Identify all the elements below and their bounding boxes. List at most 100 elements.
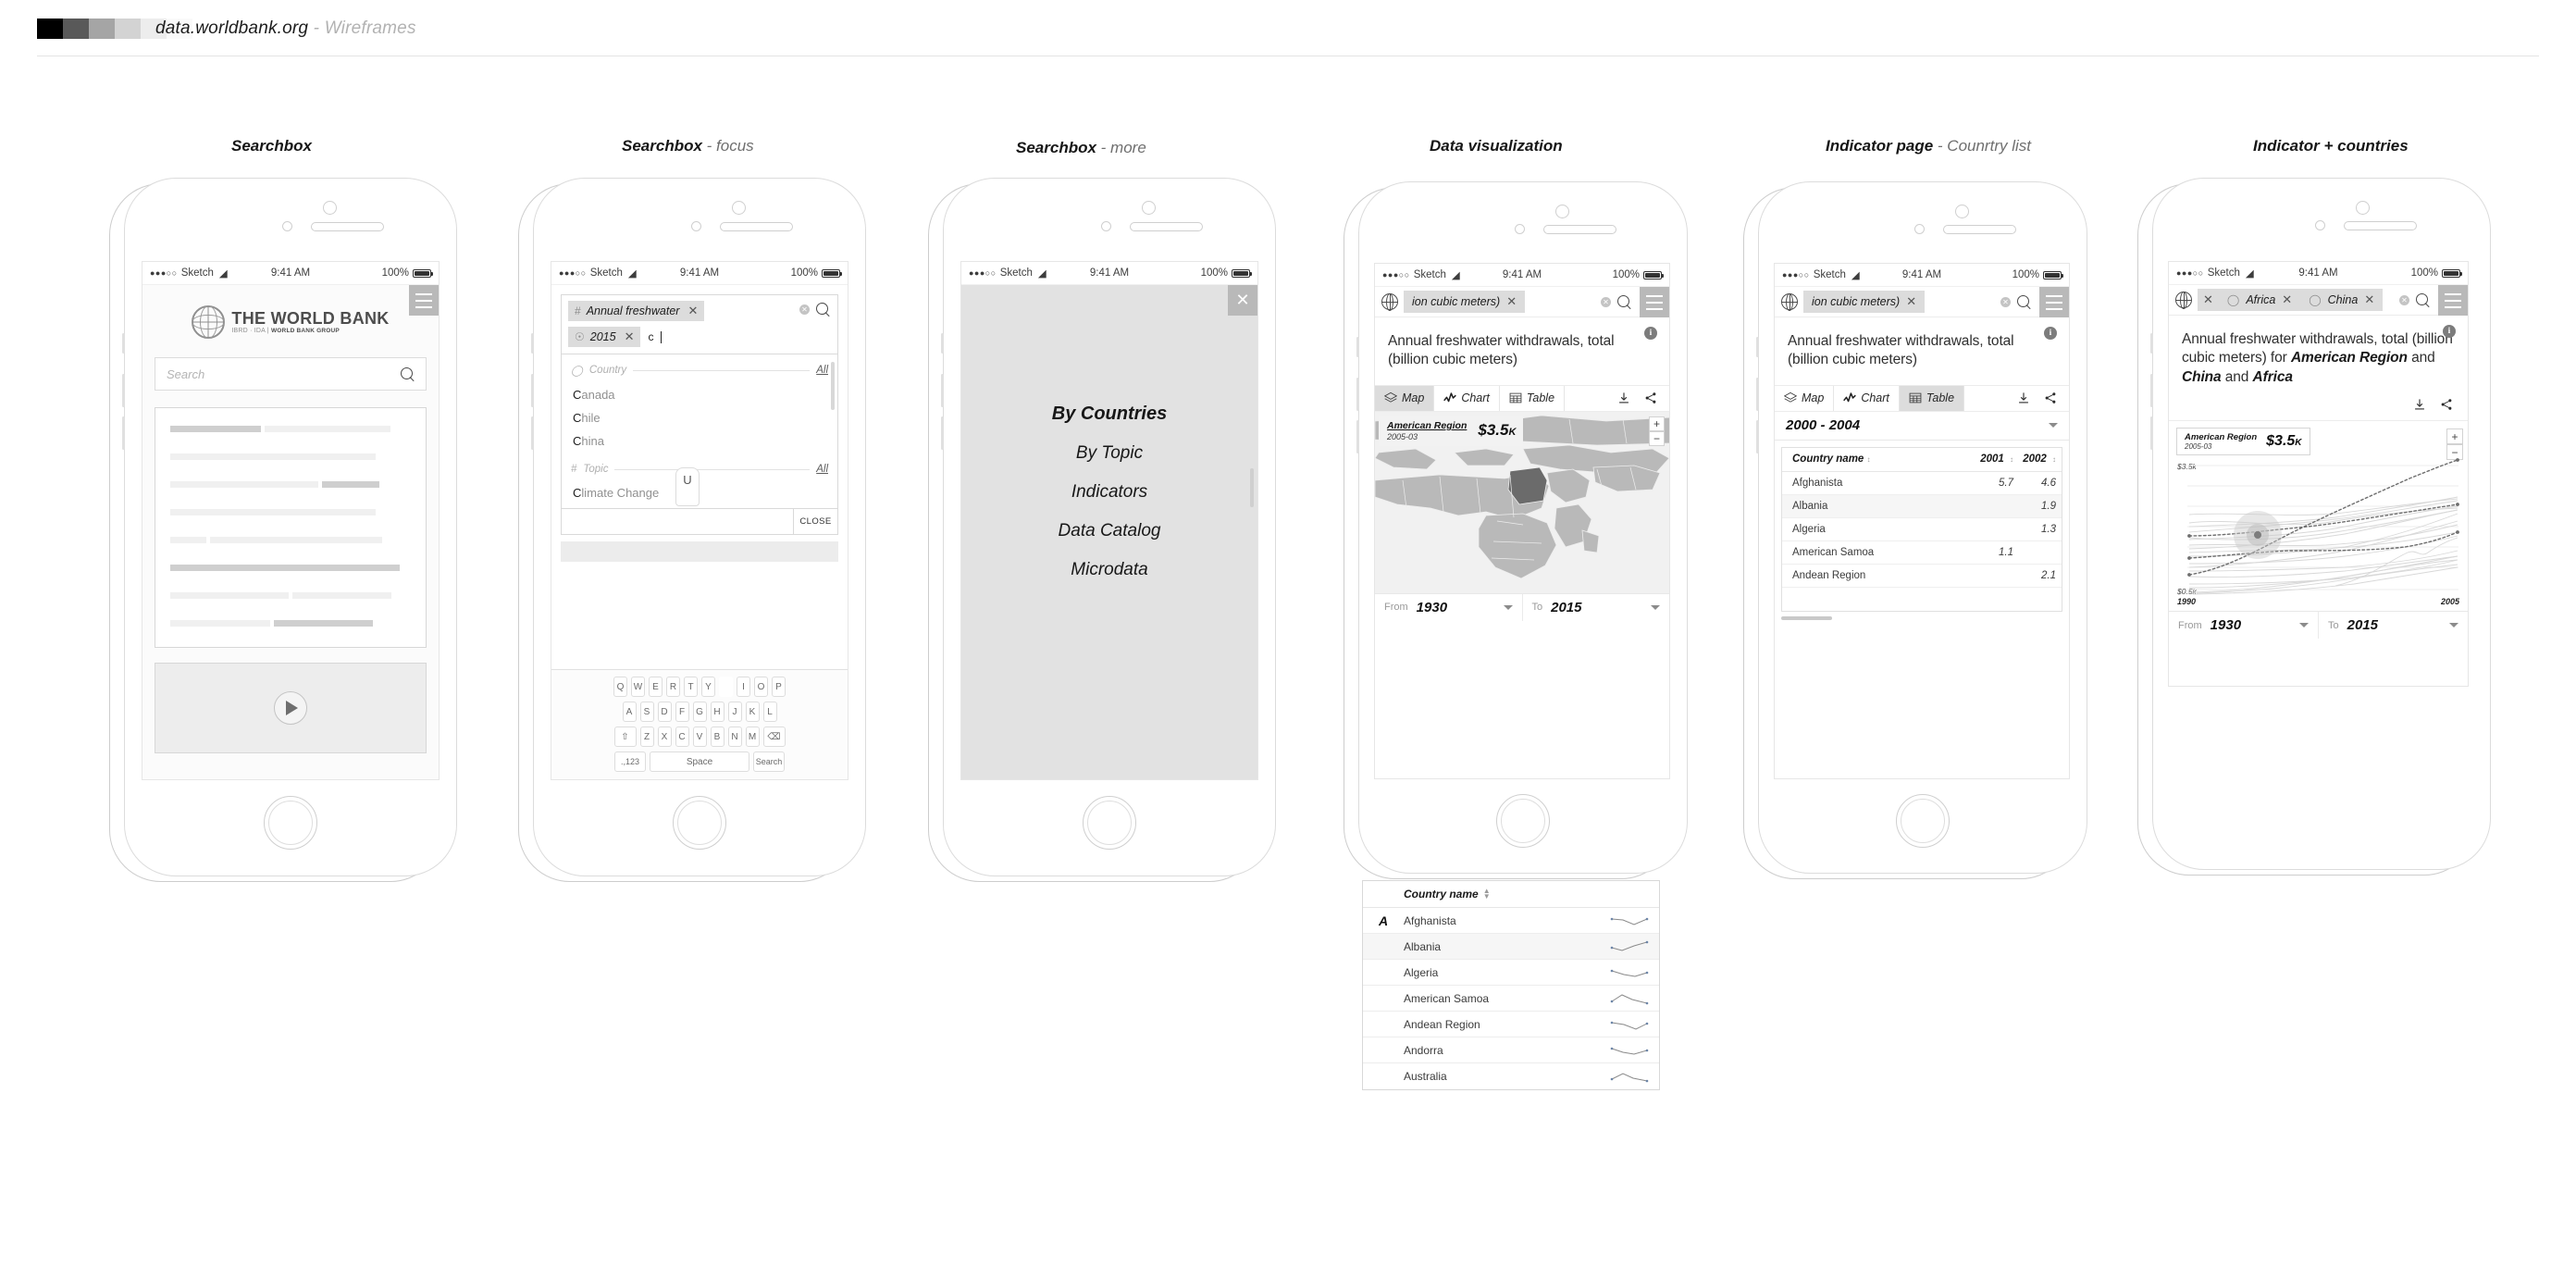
key-z[interactable]: Z [639,727,654,747]
mute-switch[interactable] [941,333,944,354]
delete-icon[interactable]: ⌫ [762,727,786,747]
list-item[interactable]: Andorra [1363,1037,1659,1063]
key-g[interactable]: G [692,702,707,722]
volume-down-button[interactable] [122,416,125,450]
key-d[interactable]: D [657,702,672,722]
table-row[interactable]: Afghanista 5.7 4.6 [1782,472,2062,495]
key-b[interactable]: B [710,727,724,747]
volume-up-button[interactable] [122,374,125,407]
list-header[interactable]: Country name ▲ ▼ [1363,881,1659,908]
list-item[interactable]: A Afghanista [1363,908,1659,934]
key-f[interactable]: F [675,702,689,722]
home-button[interactable] [673,796,726,850]
range-from[interactable]: From 1930 [1375,593,1523,621]
key-k[interactable]: K [745,702,760,722]
key-c[interactable]: C [675,727,689,747]
search-field[interactable]: # Annual freshwater ✕ ✕ ☉ 2015 ✕ c [561,294,838,354]
tab-map[interactable]: Map [1375,385,1435,411]
sort-icon[interactable]: ▲ ▼ [1483,887,1491,900]
search-icon[interactable] [401,366,415,381]
world-map[interactable]: American Region 2005-03 $3.5K + − [1375,411,1669,593]
menu-item-indicators[interactable]: Indicators [961,482,1257,503]
tab-table[interactable]: Table [1500,385,1566,411]
list-item[interactable]: Australia [1363,1063,1659,1089]
space-key[interactable]: Space [650,752,749,772]
filter-chip-indicator[interactable]: # Annual freshwater ✕ [568,301,705,321]
menu-item-microdata[interactable]: Microdata [961,560,1257,580]
filter-chip-query[interactable]: ion cubic meters) ✕ [1803,291,1926,313]
hamburger-icon[interactable] [2438,285,2468,316]
key-m[interactable]: M [745,727,760,747]
download-icon[interactable] [2413,398,2426,411]
filter-chip-overflow[interactable]: ✕ [2198,289,2219,311]
close-icon[interactable]: ✕ [1506,294,1517,309]
clear-all-icon[interactable]: ✕ [2399,294,2409,305]
column-2002[interactable]: 2002 ↕ [2013,453,2062,465]
key-j[interactable]: J [727,702,742,722]
clear-all-icon[interactable]: ✕ [2000,296,2011,307]
list-item[interactable]: Andean Region [1363,1012,1659,1037]
home-button[interactable] [1496,794,1550,848]
search-tag-bar[interactable]: ion cubic meters) ✕ ✕ [1375,287,1669,317]
search-icon[interactable] [2017,294,2031,309]
table-row[interactable]: Andean Region 2.1 [1782,565,2062,588]
key-p[interactable]: P [772,677,786,697]
list-item[interactable]: China [571,429,828,453]
volume-up-button[interactable] [1356,378,1359,411]
table-row[interactable]: Algeria 1.3 [1782,518,2062,541]
key-r[interactable]: R [666,677,680,697]
line-chart[interactable]: American Region 2005-03 $3.5K + − $3.5k … [2169,420,2468,612]
tab-chart[interactable]: Chart [1834,385,1900,411]
clear-all-icon[interactable]: ✕ [1601,296,1611,307]
key-a[interactable]: A [622,702,637,722]
menu-item-by-countries[interactable]: By Countries [961,404,1257,425]
key-v[interactable]: V [692,727,707,747]
chevron-down-icon[interactable] [1503,604,1513,610]
sort-icon[interactable]: ↕ [2050,456,2056,465]
key-x[interactable]: X [657,727,672,747]
tab-chart[interactable]: Chart [1434,385,1500,411]
key-q[interactable]: Q [613,677,627,697]
list-item[interactable]: Albania [1363,934,1659,960]
search-tag-bar[interactable]: ✕ ◯ Africa ✕ ◯ China ✕ ✕ [2169,285,2468,316]
close-icon[interactable]: ✕ [2364,292,2374,307]
clear-all-icon[interactable]: ✕ [799,304,810,315]
home-button[interactable] [1896,794,1950,848]
list-item[interactable]: American Samoa [1363,986,1659,1012]
numbers-key[interactable]: .,123 [614,752,646,772]
key-o[interactable]: O [754,677,768,697]
mute-switch[interactable] [122,333,125,354]
close-icon[interactable]: ✕ [687,304,698,318]
group-all-link[interactable]: All [816,464,828,475]
share-icon[interactable] [2044,391,2057,404]
chevron-down-icon[interactable] [2449,623,2458,628]
filter-chip-africa[interactable]: ◯ Africa ✕ [2218,289,2301,311]
filter-chip-query[interactable]: ion cubic meters) ✕ [1404,291,1526,313]
hamburger-icon[interactable] [409,285,439,316]
close-icon[interactable]: ✕ [2282,292,2292,307]
volume-down-button[interactable] [1356,420,1359,453]
list-item[interactable]: Algeria [1363,960,1659,986]
period-selector[interactable]: 2000 - 2004 [1775,412,2069,441]
list-item[interactable]: Chile [571,406,828,429]
video-placeholder[interactable] [155,663,427,753]
search-tag-bar[interactable]: ion cubic meters) ✕ ✕ [1775,287,2069,317]
download-icon[interactable] [2017,391,2030,404]
close-icon[interactable]: ✕ [625,329,635,344]
globe-icon[interactable] [1775,287,1803,317]
volume-up-button[interactable] [1756,378,1759,411]
search-icon[interactable] [2416,292,2430,307]
mute-switch[interactable] [1356,337,1359,357]
zoom-in-button[interactable]: + [1649,416,1665,431]
list-item[interactable]: Canada [571,383,828,406]
volume-down-button[interactable] [941,416,944,450]
close-icon[interactable]: ✕ [2203,292,2213,307]
mute-switch[interactable] [531,333,534,354]
column-country-name[interactable]: Country name ↕ [1782,453,1965,465]
zoom-out-button[interactable]: − [1649,430,1665,446]
close-icon[interactable]: ✕ [1228,285,1257,316]
download-icon[interactable] [1617,391,1630,404]
hamburger-icon[interactable] [1640,287,1669,317]
volume-up-button[interactable] [941,374,944,407]
search-key[interactable]: Search [753,752,785,772]
